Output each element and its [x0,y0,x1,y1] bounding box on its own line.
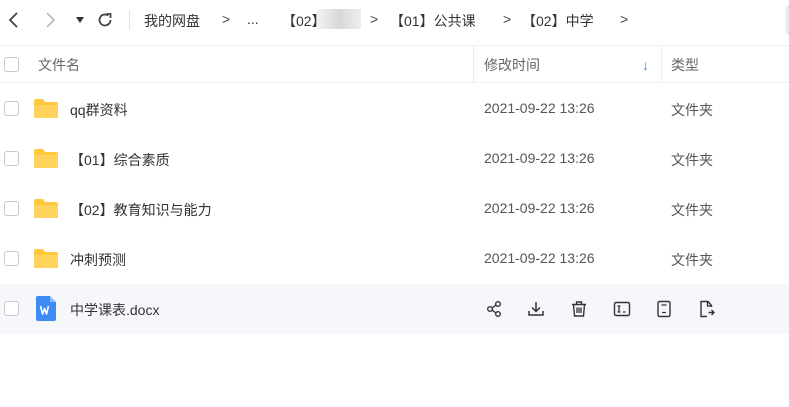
breadcrumb-separator: > [222,11,231,27]
row-checkbox[interactable] [4,101,19,116]
folder-icon [34,99,58,118]
redacted-text-blur [317,9,361,29]
rename-button[interactable] [612,299,632,319]
delete-button[interactable] [569,299,589,319]
table-row[interactable]: 【02】教育知识与能力 2021-09-22 13:26 文件夹 [0,184,789,234]
word-doc-icon [36,296,56,321]
modified-time: 2021-09-22 13:26 [484,250,595,266]
back-button[interactable] [4,10,24,30]
select-all-checkbox[interactable] [4,57,19,72]
file-name[interactable]: 【01】综合素质 [70,150,170,170]
rename-icon [613,301,631,317]
move-button[interactable] [697,299,717,319]
folder-icon [34,199,58,218]
breadcrumb-item-ellipsis[interactable]: ... [247,11,259,27]
file-name[interactable]: qq群资料 [70,100,128,120]
sort-arrow-icon[interactable]: ↓ [642,46,649,83]
copy-button[interactable] [654,299,674,319]
folder-icon [34,249,58,268]
refresh-button[interactable] [95,10,115,30]
file-type: 文件夹 [671,202,713,218]
download-icon [528,302,544,316]
table-row[interactable]: 冲刺预测 2021-09-22 13:26 文件夹 [0,234,789,284]
breadcrumb-item-middle-school[interactable]: 【02】中学 [522,11,594,31]
file-type: 文件夹 [671,252,713,268]
table-header: 文件名 修改时间 ↓ 类型 [0,45,789,83]
download-button[interactable] [526,299,546,319]
caret-down-icon [76,17,84,23]
history-dropdown-button[interactable] [70,10,90,30]
row-checkbox[interactable] [4,301,19,316]
column-header-type[interactable]: 类型 [671,46,699,83]
modified-time: 2021-09-22 13:26 [484,200,595,216]
column-header-modified[interactable]: 修改时间 [484,46,540,83]
table-row[interactable]: 中学课表.docx [0,284,789,334]
share-button[interactable] [484,299,504,319]
delete-icon [572,301,586,317]
refresh-icon [98,13,112,27]
file-type: 文件夹 [671,152,713,168]
breadcrumb-separator: > [620,11,629,27]
file-name[interactable]: 冲刺预测 [70,250,126,270]
column-divider[interactable] [661,46,662,83]
file-type: 文件夹 [671,102,713,118]
breadcrumb-separator: > [503,11,512,27]
move-icon [700,300,715,318]
modified-time: 2021-09-22 13:26 [484,100,595,116]
row-checkbox[interactable] [4,201,19,216]
file-name[interactable]: 【02】教育知识与能力 [70,200,212,220]
row-checkbox[interactable] [4,251,19,266]
top-navigation-bar: 我的网盘 > ... 【02】 > 【01】公共课 > 【02】中学 > [0,0,789,42]
table-row[interactable]: 【01】综合素质 2021-09-22 13:26 文件夹 [0,134,789,184]
forward-button[interactable] [40,10,60,30]
chevron-right-icon [46,12,56,28]
table-row[interactable]: qq群资料 2021-09-22 13:26 文件夹 [0,84,789,134]
copy-icon [657,300,671,318]
breadcrumb-item-public-course[interactable]: 【01】公共课 [390,11,476,31]
toolbar-divider [129,10,130,30]
chevron-left-icon [8,12,18,28]
column-divider[interactable] [473,46,474,83]
column-header-name[interactable]: 文件名 [38,46,80,83]
share-icon [487,301,501,317]
breadcrumb-separator: > [370,11,379,27]
row-checkbox[interactable] [4,151,19,166]
breadcrumb-item-root[interactable]: 我的网盘 [144,11,200,31]
modified-time: 2021-09-22 13:26 [484,150,595,166]
folder-icon [34,149,58,168]
file-name[interactable]: 中学课表.docx [70,300,159,320]
